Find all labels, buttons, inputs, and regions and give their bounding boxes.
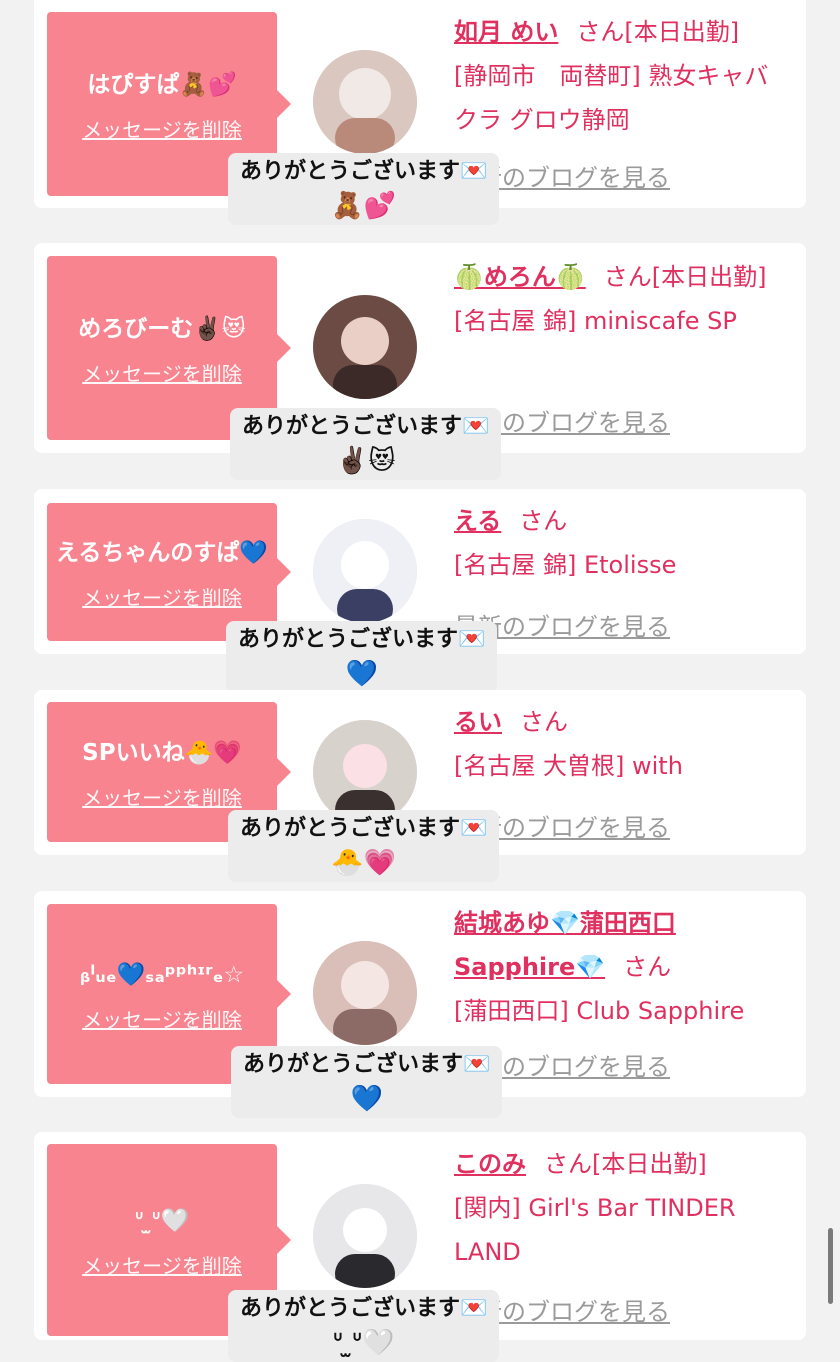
reply-emoji: 💙 — [350, 1084, 383, 1114]
cast-info: える さん [名古屋 錦] Etolisse — [454, 499, 788, 587]
reply-text: ありがとうございます💌 — [242, 414, 490, 439]
message-card: SPいいね🐣💗 メッセージを削除 るい さん [名古屋 大曽根] with 最新の… — [34, 690, 806, 882]
honorific: さん — [603, 263, 652, 291]
reply-text: ありがとうございます💌 — [240, 816, 488, 841]
message-card: めろびーむ✌🏿😻 メッセージを削除 🍈めろん🍈 さん[本日出勤] [名古屋 錦] … — [34, 243, 806, 480]
sender-name: ᐡ ̫ᐡ🤍 — [134, 1207, 190, 1234]
sender-name: めろびーむ✌🏿😻 — [78, 315, 246, 342]
cast-name-link[interactable]: るい — [454, 708, 502, 736]
message-card: はぴすぱ🧸💕 メッセージを削除 如月 めい さん[本日出勤] [静岡市 両替町] … — [34, 0, 806, 225]
reply-bubble: ありがとうございます💌 ᐡ ̫ᐡ🤍 — [228, 1290, 500, 1362]
shop-name: [静岡市 両替町] 熟女キャバクラ グロウ静岡 — [454, 62, 769, 134]
cast-info: このみ さん[本日出勤] [関内] Girl's Bar TINDER LAND — [454, 1142, 788, 1274]
delete-message-link[interactable]: メッセージを削除 — [82, 358, 242, 387]
reply-emoji: ᐡ ̫ᐡ🤍 — [332, 1328, 395, 1358]
honorific: さん — [520, 708, 568, 736]
shop-name: [名古屋 大曽根] with — [454, 752, 683, 780]
cast-name-link[interactable]: 🍈めろん🍈 — [454, 263, 586, 291]
honorific: さん — [576, 18, 625, 46]
delete-message-link[interactable]: メッセージを削除 — [82, 1250, 242, 1279]
cast-name-link[interactable]: える — [454, 507, 501, 535]
shop-name: [蒲田西口] Club Sapphire — [454, 997, 745, 1025]
message-card: えるちゃんのすぱ💙 メッセージを削除 える さん [名古屋 錦] Etolisse… — [34, 489, 806, 693]
reply-bubble: ありがとうございます💌 💙 — [231, 1046, 503, 1118]
reply-text: ありがとうございます💌 — [240, 159, 488, 184]
avatar[interactable] — [313, 941, 417, 1045]
reply-emoji: 💙 — [345, 659, 378, 689]
shop-name: [名古屋 錦] miniscafe SP — [454, 307, 737, 335]
reply-bubble: ありがとうございます💌 🐣💗 — [228, 810, 500, 882]
avatar[interactable] — [313, 1184, 417, 1288]
avatar[interactable] — [313, 50, 417, 154]
honorific: さん — [544, 1150, 592, 1178]
reply-emoji: 🧸💕 — [331, 191, 397, 221]
message-card: ᵦˡᵤₑ💙ₛₐᵖᵖʰᶦʳₑ☆ メッセージを削除 結城あゆ💎蒲田西口Sapphir… — [34, 891, 806, 1118]
reply-emoji: 🐣💗 — [331, 848, 397, 878]
shop-name: [関内] Girl's Bar TINDER LAND — [454, 1194, 736, 1266]
delete-message-link[interactable]: メッセージを削除 — [82, 582, 242, 611]
sender-name: SPいいね🐣💗 — [82, 739, 242, 766]
reply-emoji: ✌🏿😻 — [335, 446, 396, 476]
cast-info: るい さん [名古屋 大曽根] with — [454, 700, 788, 788]
reply-text: ありがとうございます💌 — [240, 1296, 488, 1321]
cast-name-link[interactable]: このみ — [454, 1150, 526, 1178]
honorific: さん — [623, 953, 672, 981]
message-card: ᐡ ̫ᐡ🤍 メッセージを削除 このみ さん[本日出勤] [関内] Girl's B… — [34, 1132, 806, 1362]
status-badge: [本日出勤] — [624, 18, 740, 46]
avatar[interactable] — [313, 519, 417, 623]
cast-info: 結城あゆ💎蒲田西口Sapphire💎 さん [蒲田西口] Club Sapphir… — [454, 901, 788, 1033]
sender-name: はぴすぱ🧸💕 — [87, 71, 237, 98]
reply-bubble: ありがとうございます💌 ✌🏿😻 — [230, 408, 502, 480]
delete-message-link[interactable]: メッセージを削除 — [82, 782, 242, 811]
reply-text: ありがとうございます💌 — [238, 627, 486, 652]
cast-name-link[interactable]: 如月 めい — [454, 18, 558, 46]
cast-info: 如月 めい さん[本日出勤] [静岡市 両替町] 熟女キャバクラ グロウ静岡 — [454, 10, 788, 142]
reply-bubble: ありがとうございます💌 🧸💕 — [228, 153, 500, 225]
shop-name: [名古屋 錦] Etolisse — [454, 551, 677, 579]
avatar[interactable] — [313, 295, 417, 399]
status-badge: [本日出勤] — [592, 1150, 707, 1178]
delete-message-link[interactable]: メッセージを削除 — [82, 1004, 242, 1033]
sender-name: ᵦˡᵤₑ💙ₛₐᵖᵖʰᶦʳₑ☆ — [79, 961, 245, 988]
status-badge: [本日出勤] — [651, 263, 767, 291]
honorific: さん — [519, 507, 568, 535]
reply-bubble: ありがとうございます💌 💙 — [226, 621, 498, 693]
delete-message-link[interactable]: メッセージを削除 — [82, 114, 242, 143]
avatar[interactable] — [313, 720, 417, 824]
cast-info: 🍈めろん🍈 さん[本日出勤] [名古屋 錦] miniscafe SP — [454, 255, 788, 343]
reply-text: ありがとうございます💌 — [243, 1052, 491, 1077]
sender-name: えるちゃんのすぱ💙 — [56, 539, 268, 566]
scrollbar[interactable] — [828, 1228, 833, 1304]
